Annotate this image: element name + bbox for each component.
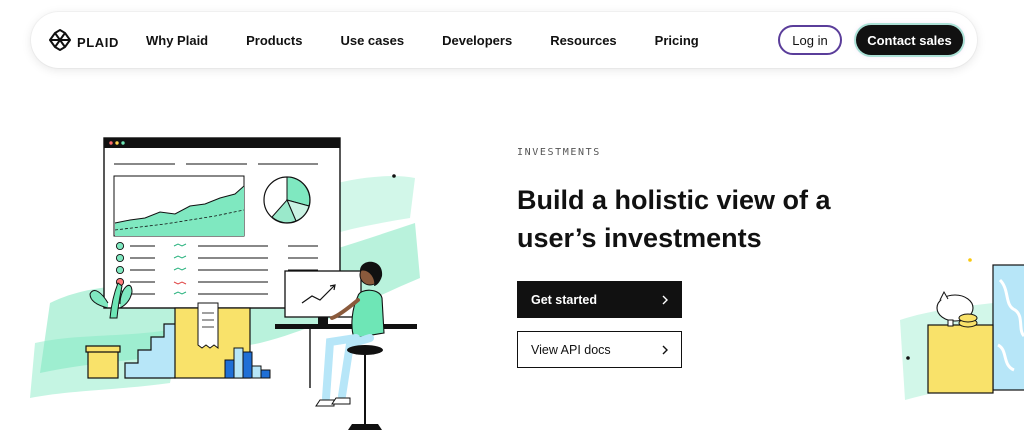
section-eyebrow: INVESTMENTS — [517, 147, 601, 158]
nav-link-products[interactable]: Products — [246, 33, 302, 48]
hero-headline: Build a holistic view of a user’s invest… — [517, 185, 831, 253]
nav-link-resources[interactable]: Resources — [550, 33, 616, 48]
login-button[interactable]: Log in — [778, 25, 842, 55]
nav-link-developers[interactable]: Developers — [442, 33, 512, 48]
piggy-bank-illustration — [900, 250, 1024, 415]
nav-link-pricing[interactable]: Pricing — [655, 33, 699, 48]
contact-sales-button[interactable]: Contact sales — [856, 25, 963, 55]
plaid-logo-icon — [48, 28, 72, 56]
logo-wordmark: PLAID — [77, 35, 119, 50]
top-navigation: PLAID Why Plaid Products Use cases Devel… — [31, 12, 977, 68]
investments-illustration — [20, 128, 440, 441]
chevron-right-icon — [661, 293, 669, 307]
plaid-logo[interactable]: PLAID — [48, 28, 119, 56]
view-api-docs-label: View API docs — [531, 342, 611, 357]
get-started-button[interactable]: Get started — [517, 281, 682, 318]
nav-link-why-plaid[interactable]: Why Plaid — [146, 33, 208, 48]
view-api-docs-button[interactable]: View API docs — [517, 331, 682, 368]
nav-links: Why Plaid Products Use cases Developers … — [146, 12, 737, 68]
get-started-label: Get started — [531, 292, 597, 307]
nav-link-use-cases[interactable]: Use cases — [340, 33, 404, 48]
chevron-right-icon — [661, 343, 669, 357]
